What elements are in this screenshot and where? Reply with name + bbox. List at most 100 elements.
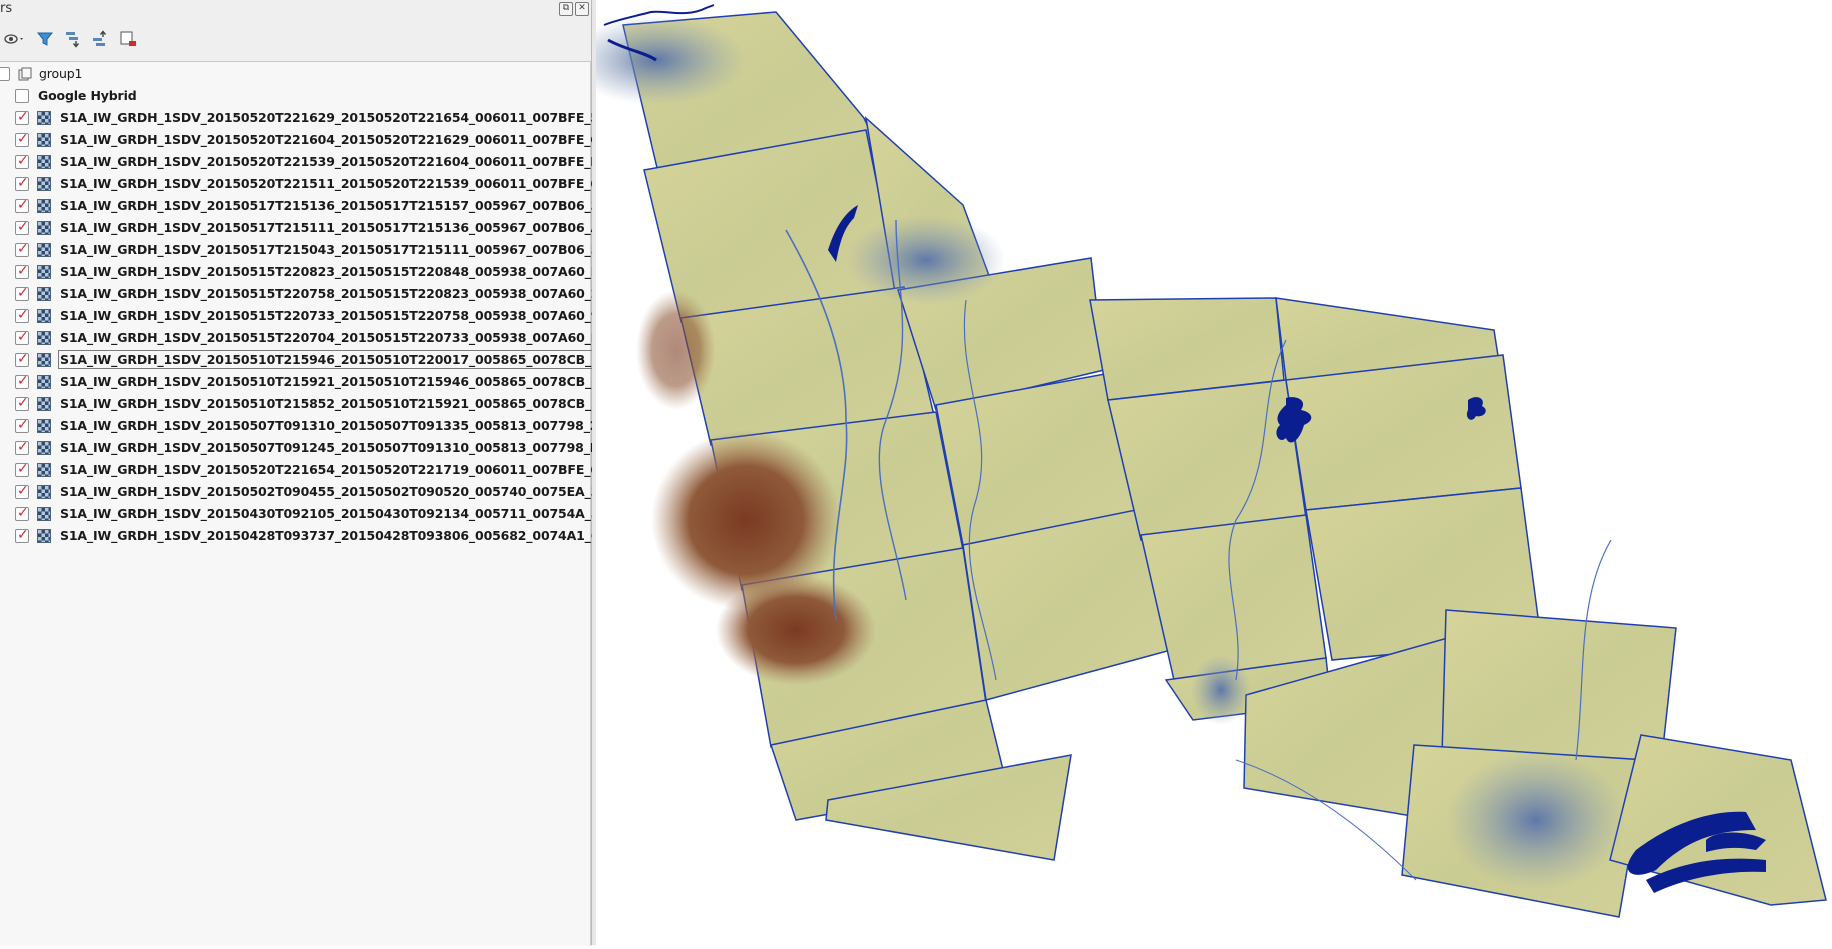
layer-name: S1A_IW_GRDH_1SDV_20150430T092105_2015043… [60,506,653,521]
layer-row[interactable]: ✓ S1A_IW_GRDH_1SDV_20150510T215946_201505… [0,349,656,371]
layer-name: S1A_IW_GRDH_1SDV_20150517T215111_2015051… [60,220,655,235]
layer-row[interactable]: ✓ S1A_IW_GRDH_1SDV_20150515T220704_201505… [0,327,654,349]
check-icon: ✓ [17,307,29,323]
layer-name: S1A_IW_GRDH_1SDV_20150520T221629_2015052… [60,110,654,125]
layer-visibility-checkbox[interactable]: ✓ [15,527,29,543]
layer-row[interactable]: ✓ S1A_IW_GRDH_1SDV_20150517T215136_201505… [0,195,653,217]
layer-name: S1A_IW_GRDH_1SDV_20150520T221654_2015052… [60,462,665,477]
check-icon: ✓ [17,373,29,389]
collapse-all-icon[interactable] [90,29,112,49]
close-panel-icon[interactable]: ✕ [575,2,589,16]
check-icon: ✓ [17,263,29,279]
check-icon: ✓ [17,505,29,521]
layer-row[interactable]: ✓ S1A_IW_GRDH_1SDV_20150507T091310_201505… [0,415,664,437]
map-svg [566,4,1827,918]
layer-row[interactable]: ✓ S1A_IW_GRDH_1SDV_20150502T090455_201505… [0,481,665,503]
check-icon: ✓ [17,241,29,257]
layer-row[interactable]: ✓ S1A_IW_GRDH_1SDV_20150517T215111_201505… [0,217,655,239]
layer-row[interactable]: ✓ S1A_IW_GRDH_1SDV_20150507T091245_201505… [0,437,654,459]
raster-layer-icon [37,309,51,323]
layer-row[interactable]: ✓ S1A_IW_GRDH_1SDV_20150510T215921_201505… [0,371,654,393]
raster-layer-icon [37,133,51,147]
layer-visibility-checkbox[interactable]: ✓ [15,439,29,455]
raster-layer-icon [37,331,51,345]
layer-row[interactable]: ✓ S1A_IW_GRDH_1SDV_20150520T221539_201505… [0,151,664,173]
raster-layer-icon [37,441,51,455]
layer-visibility-checkbox[interactable]: ✓ [15,197,29,213]
check-icon: ✓ [17,153,29,169]
check-icon: ✓ [17,285,29,301]
layers-panel: rs ⧉ ✕ group1 Google Hybrid ✓ S1A_IW_GRD… [0,0,665,946]
layer-group-row[interactable]: group1 [0,63,590,85]
raster-layer-icon [37,397,51,411]
layer-name: S1A_IW_GRDH_1SDV_20150517T215136_2015051… [60,198,654,213]
layer-row[interactable]: ✓ S1A_IW_GRDH_1SDV_20150515T220823_201505… [0,261,665,283]
layer-name: S1A_IW_GRDH_1SDV_20150510T215946_2015051… [58,350,656,369]
check-icon: ✓ [17,109,29,125]
layer-name: S1A_IW_GRDH_1SDV_20150520T221539_2015052… [60,154,665,169]
layer-name: S1A_IW_GRDH_1SDV_20150515T220758_2015051… [60,286,655,301]
layer-visibility-checkbox[interactable] [0,67,10,81]
layer-row[interactable]: ✓ S1A_IW_GRDH_1SDV_20150430T092105_201504… [0,503,652,525]
raster-scene-footprint [1107,379,1307,541]
layer-name: S1A_IW_GRDH_1SDV_20150517T215043_2015051… [60,242,665,257]
layer-visibility-checkbox[interactable]: ✓ [15,219,29,235]
check-icon: ✓ [17,461,29,477]
terrain-patch [636,290,716,410]
layer-row[interactable]: ✓ S1A_IW_GRDH_1SDV_20150520T221511_201505… [0,173,653,195]
layer-row[interactable]: ✓ S1A_IW_GRDH_1SDV_20150520T221604_201505… [0,129,654,151]
filter-icon[interactable] [35,29,57,49]
layer-row[interactable]: ✓ S1A_IW_GRDH_1SDV_20150428T093737_201504… [0,525,654,547]
expand-all-icon[interactable] [63,29,85,49]
remove-layer-icon[interactable] [118,29,140,49]
check-icon: ✓ [17,483,29,499]
layer-visibility-checkbox[interactable]: ✓ [15,263,29,279]
raster-layer-icon [37,353,51,367]
layer-visibility-checkbox[interactable]: ✓ [15,461,29,477]
eye-dropdown-icon[interactable] [2,29,24,49]
layer-visibility-checkbox[interactable]: ✓ [15,109,29,125]
raster-scene-footprint [1140,514,1327,681]
layer-row[interactable]: ✓ S1A_IW_GRDH_1SDV_20150510T215852_201505… [0,393,654,415]
coast-tint [846,215,1006,305]
raster-layer-icon [37,265,51,279]
coast-tint [1446,750,1626,890]
layer-visibility-checkbox[interactable]: ✓ [15,241,29,257]
layer-row[interactable]: ✓ S1A_IW_GRDH_1SDV_20150520T221654_201505… [0,459,664,481]
float-panel-icon[interactable]: ⧉ [559,2,573,16]
layer-visibility-checkbox[interactable]: ✓ [15,417,29,433]
layer-name: S1A_IW_GRDH_1SDV_20150502T090455_2015050… [60,484,665,499]
layer-visibility-checkbox[interactable] [15,89,29,103]
raster-layer-icon [37,199,51,213]
check-icon: ✓ [17,131,29,147]
layer-row[interactable]: ✓ S1A_IW_GRDH_1SDV_20150515T220733_201505… [0,305,665,327]
check-icon: ✓ [17,175,29,191]
layer-name: S1A_IW_GRDH_1SDV_20150510T215852_2015051… [60,396,654,411]
layer-visibility-checkbox[interactable]: ✓ [15,505,29,521]
raster-layer-icon [37,287,51,301]
layer-visibility-checkbox[interactable]: ✓ [15,351,29,367]
check-icon: ✓ [17,439,29,455]
layer-name: S1A_IW_GRDH_1SDV_20150510T215921_2015051… [60,374,654,389]
layer-row[interactable]: ✓ S1A_IW_GRDH_1SDV_20150520T221629_201505… [0,107,653,129]
coast-tint [1191,655,1251,725]
layer-visibility-checkbox[interactable]: ✓ [15,395,29,411]
map-canvas[interactable] [566,0,1832,945]
layer-visibility-checkbox[interactable]: ✓ [15,175,29,191]
layer-visibility-checkbox[interactable]: ✓ [15,329,29,345]
layer-visibility-checkbox[interactable]: ✓ [15,373,29,389]
check-icon: ✓ [17,197,29,213]
layer-visibility-checkbox[interactable]: ✓ [15,285,29,301]
raster-layer-icon [37,243,51,257]
layer-row[interactable]: Google Hybrid [0,85,590,107]
layer-row[interactable]: ✓ S1A_IW_GRDH_1SDV_20150517T215043_201505… [0,239,665,261]
raster-layer-icon [37,111,51,125]
layer-visibility-checkbox[interactable]: ✓ [15,307,29,323]
layer-visibility-checkbox[interactable]: ✓ [15,153,29,169]
layer-tree: group1 Google Hybrid ✓ S1A_IW_GRDH_1SDV_201… [0,61,665,946]
layer-visibility-checkbox[interactable]: ✓ [15,483,29,499]
layer-name: Google Hybrid [38,88,137,103]
layer-name: S1A_IW_GRDH_1SDV_20150507T091310_2015050… [60,418,664,433]
layer-row[interactable]: ✓ S1A_IW_GRDH_1SDV_20150515T220758_201505… [0,283,654,305]
layer-visibility-checkbox[interactable]: ✓ [15,131,29,147]
